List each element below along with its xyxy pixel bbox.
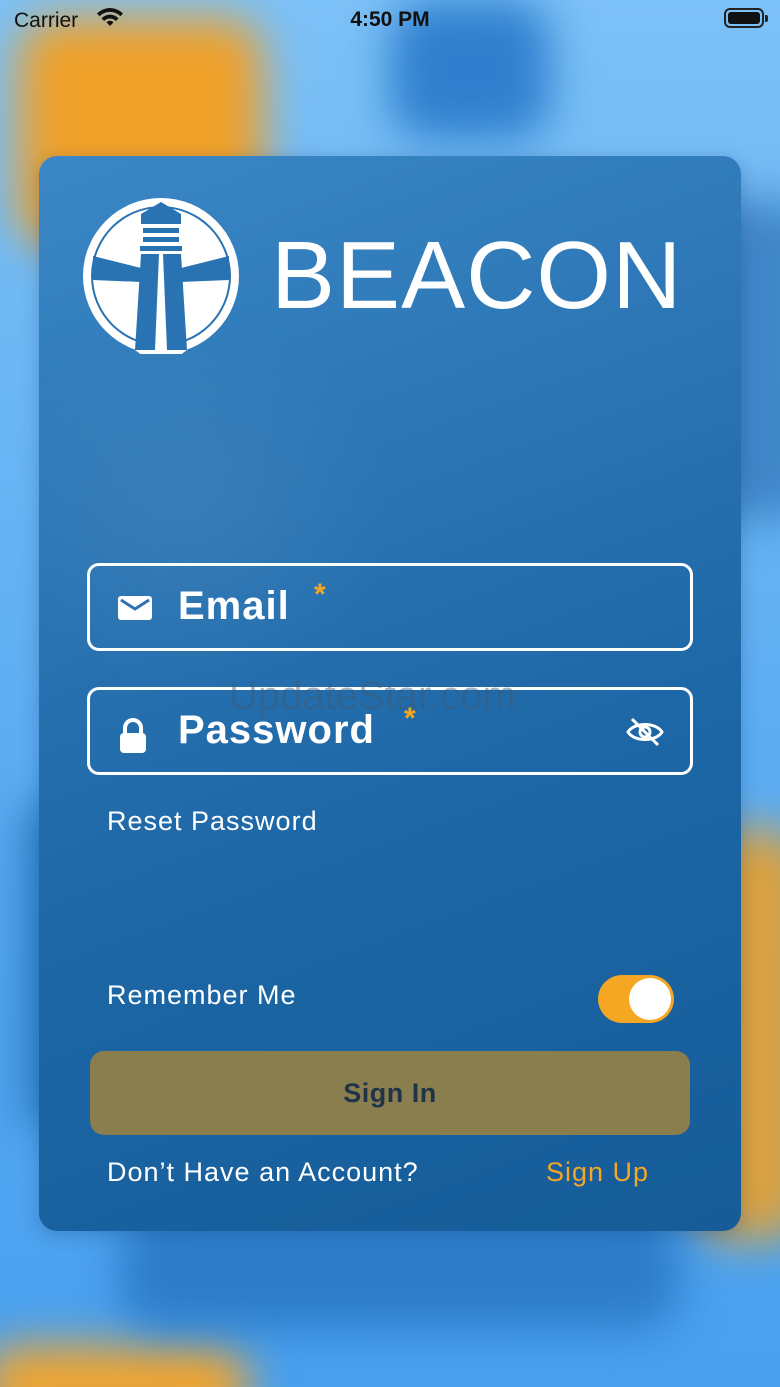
sign-in-button[interactable]: Sign In: [90, 1051, 690, 1135]
battery-icon: [724, 8, 768, 28]
email-field[interactable]: Email *: [87, 563, 693, 651]
lock-icon: [118, 718, 148, 759]
watermark: UpdateStar.com: [229, 674, 516, 718]
login-card: BEACON Email * Password * UpdateStar.com…: [39, 156, 741, 1231]
remember-me-toggle[interactable]: [598, 975, 674, 1023]
lighthouse-logo-icon: [83, 198, 239, 356]
eye-slash-icon[interactable]: [626, 716, 664, 753]
clock: 4:50 PM: [350, 8, 430, 31]
email-label: Email: [178, 584, 290, 628]
reset-password-link[interactable]: Reset Password: [107, 806, 318, 837]
toggle-knob: [629, 978, 671, 1020]
sign-up-link[interactable]: Sign Up: [546, 1157, 649, 1188]
brand-wordmark: BEACON: [271, 222, 683, 329]
status-bar: Carrier 4:50 PM: [0, 0, 780, 40]
no-account-label: Don’t Have an Account?: [107, 1157, 419, 1187]
required-marker: *: [314, 578, 326, 611]
envelope-icon: [118, 594, 152, 627]
remember-me-label: Remember Me: [107, 980, 297, 1010]
